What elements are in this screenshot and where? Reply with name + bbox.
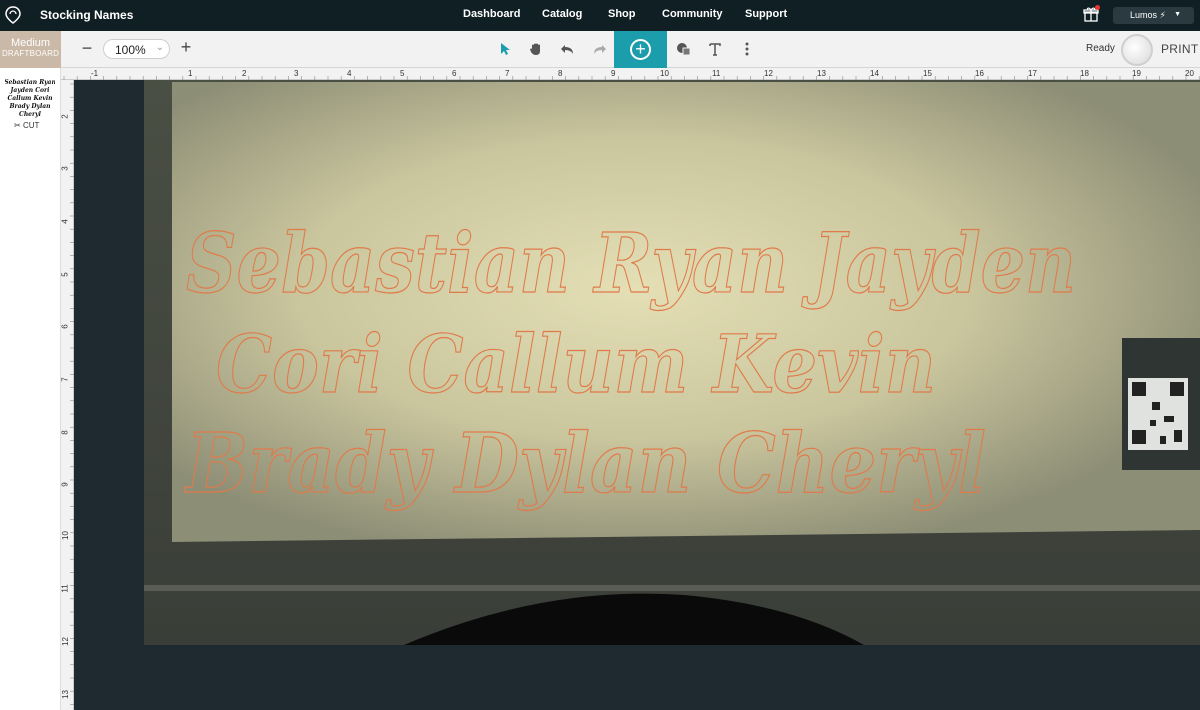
ruler-number: 15 bbox=[923, 69, 932, 78]
text-tool-icon[interactable] bbox=[707, 41, 723, 57]
ruler-number: 12 bbox=[60, 637, 70, 646]
ruler-number: 6 bbox=[452, 69, 457, 78]
ruler-number: 14 bbox=[870, 69, 879, 78]
home-logo-icon[interactable] bbox=[4, 5, 22, 25]
ruler-number: 20 bbox=[1185, 69, 1194, 78]
svg-text:Sebastian Ryan: Sebastian Ryan bbox=[5, 79, 55, 86]
ruler-number: 5 bbox=[60, 272, 70, 277]
more-options-icon[interactable] bbox=[739, 41, 755, 57]
device-name: Lumos ⚡ bbox=[1130, 10, 1166, 20]
ruler-number: 10 bbox=[60, 531, 70, 540]
ruler-number: 3 bbox=[60, 166, 70, 171]
cut-text: CUT bbox=[22, 121, 40, 130]
hand-pan-icon[interactable] bbox=[528, 41, 544, 57]
layers-panel: Sebastian Ryan Jayden Cori Callum Kevin … bbox=[0, 68, 61, 710]
ruler-number: 4 bbox=[347, 69, 352, 78]
ruler-number: 12 bbox=[764, 69, 773, 78]
undo-icon[interactable] bbox=[560, 41, 576, 57]
notification-dot bbox=[1095, 5, 1100, 10]
svg-text:Cheryl: Cheryl bbox=[19, 111, 42, 118]
zoom-out-button[interactable]: − bbox=[80, 38, 94, 59]
scissors-icon: ✂ bbox=[14, 121, 21, 130]
ruler-number: 8 bbox=[558, 69, 563, 78]
svg-text:Brady Dylan: Brady Dylan bbox=[8, 103, 50, 110]
nav-shop[interactable]: Shop bbox=[608, 8, 636, 20]
print-status-indicator[interactable] bbox=[1121, 34, 1153, 66]
ruler-number: 13 bbox=[60, 690, 70, 699]
nav-support[interactable]: Support bbox=[745, 8, 787, 20]
ruler-number: 9 bbox=[611, 69, 616, 78]
ruler-number: 1 bbox=[188, 69, 193, 78]
top-nav-bar: Stocking Names Dashboard Catalog Shop Co… bbox=[0, 0, 1200, 31]
ruler-number: 6 bbox=[60, 324, 70, 329]
vertical-ruler: 2 3 4 5 6 7 8 9 10 11 12 13 bbox=[61, 80, 74, 710]
ruler-number: 16 bbox=[975, 69, 984, 78]
svg-text:Callum Kevin: Callum Kevin bbox=[7, 95, 52, 102]
ruler-number: 3 bbox=[294, 69, 299, 78]
add-content-button[interactable]: + bbox=[614, 31, 667, 68]
caret-down-icon: ▼ bbox=[1174, 11, 1181, 18]
ruler-number: 19 bbox=[1132, 69, 1141, 78]
ruler-ticks bbox=[70, 83, 74, 705]
material-label-card bbox=[1122, 338, 1200, 470]
select-pointer-icon[interactable] bbox=[497, 41, 513, 57]
material-type: DRAFTBOARD bbox=[1, 49, 60, 58]
design-name-line[interactable]: Cori Callum Kevin bbox=[215, 316, 936, 411]
device-status: Ready bbox=[1086, 43, 1115, 54]
plus-circle-icon: + bbox=[630, 39, 651, 60]
horizontal-ruler: -1 1 2 3 4 5 6 7 8 9 10 11 12 13 14 15 1… bbox=[61, 68, 1200, 80]
material-name: Medium bbox=[10, 37, 51, 49]
shapes-icon[interactable] bbox=[676, 41, 692, 57]
ruler-number: 13 bbox=[817, 69, 826, 78]
camera-background-image: Sebastian Ryan JaydenCori Callum KevinBr… bbox=[144, 80, 1200, 645]
ruler-number: 4 bbox=[60, 219, 70, 224]
design-name-line[interactable]: Brady Dylan Cheryl bbox=[184, 415, 987, 512]
ruler-number: 2 bbox=[242, 69, 247, 78]
device-selector[interactable]: Lumos ⚡ ▼ bbox=[1113, 7, 1194, 24]
ruler-number: 7 bbox=[60, 377, 70, 382]
nav-community[interactable]: Community bbox=[662, 8, 723, 20]
redo-icon[interactable] bbox=[591, 41, 607, 57]
chevron-down-icon: ⌄ bbox=[155, 42, 164, 53]
ruler-number: 10 bbox=[660, 69, 669, 78]
ruler-number: 2 bbox=[60, 114, 70, 119]
material-tab[interactable]: Medium DRAFTBOARD bbox=[0, 31, 61, 68]
ruler-number: 9 bbox=[60, 482, 70, 487]
ruler-number: 11 bbox=[712, 69, 721, 78]
ruler-number: 17 bbox=[1028, 69, 1037, 78]
print-button[interactable]: PRINT bbox=[1161, 42, 1199, 56]
nav-catalog[interactable]: Catalog bbox=[542, 8, 582, 20]
ruler-number: 11 bbox=[60, 584, 70, 593]
layer-thumbnail[interactable]: Sebastian Ryan Jayden Cori Callum Kevin … bbox=[5, 74, 55, 118]
canvas-toolbar: Medium DRAFTBOARD − 100% ⌄ + + Ready PRI… bbox=[0, 31, 1200, 68]
ruler-number: 5 bbox=[400, 69, 405, 78]
design-name-line[interactable]: Sebastian Ryan Jayden bbox=[185, 215, 1076, 312]
zoom-value: 100% bbox=[115, 43, 146, 57]
zoom-select[interactable]: 100% ⌄ bbox=[103, 39, 170, 59]
ruler-number: 18 bbox=[1080, 69, 1089, 78]
ruler-number: -1 bbox=[91, 69, 99, 78]
nav-dashboard[interactable]: Dashboard bbox=[463, 8, 520, 20]
ruler-number: 8 bbox=[60, 430, 70, 435]
svg-text:Jayden Cori: Jayden Cori bbox=[10, 87, 51, 94]
project-title: Stocking Names bbox=[40, 8, 134, 22]
zoom-in-button[interactable]: + bbox=[179, 37, 193, 58]
cut-operation-label: ✂ CUT bbox=[14, 121, 39, 130]
ruler-number: 7 bbox=[505, 69, 510, 78]
